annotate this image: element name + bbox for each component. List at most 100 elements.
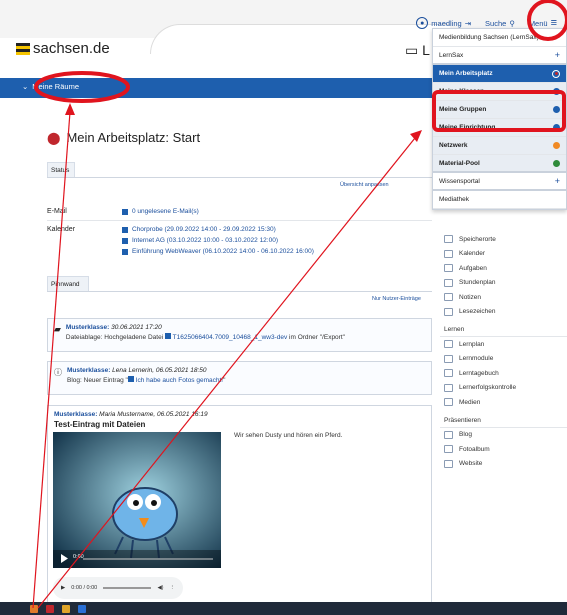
tab-pinboard[interactable]: Pinnwand xyxy=(47,276,89,292)
arrow-icon xyxy=(164,333,171,339)
flag-icon xyxy=(16,42,30,55)
menu-item-workplace[interactable]: Mein Arbeitsplatz xyxy=(433,65,566,83)
active-marker-icon xyxy=(552,69,560,78)
video-caption: Wir sehen Dusty und hören ein Pferd. xyxy=(234,432,343,439)
my-rooms-toggle[interactable]: ⌄ Meine Räume xyxy=(22,82,79,91)
search-label: Suche xyxy=(485,18,507,28)
play-icon[interactable]: ▶ xyxy=(61,585,65,591)
audio-player[interactable]: ▶ 0:00 / 0:00 ◀) ⋮ xyxy=(53,577,183,599)
menu-item-label: Meine Klassen xyxy=(439,88,485,95)
audio-progress[interactable] xyxy=(103,587,152,589)
email-label: E-Mail xyxy=(47,208,67,215)
sidebar-item-label: Aufgaben xyxy=(459,264,487,272)
user-name: maedling xyxy=(431,18,462,28)
location-pin-icon: ⬤ xyxy=(47,130,61,145)
menu-item-label: Netzwerk xyxy=(439,142,468,149)
menu-item-knowledge[interactable]: Wissensportal + xyxy=(433,173,566,191)
assessment-icon xyxy=(444,383,453,392)
calendar-item-text: Einführung WebWeaver (06.10.2022 14:00 -… xyxy=(132,248,314,255)
notes-icon xyxy=(444,293,453,302)
main-menu-dropdown: Medienbildung Sachsen (LernSax) LernSax +… xyxy=(432,28,567,210)
email-value[interactable]: 0 ungelesene E-Mail(s) xyxy=(122,208,199,215)
sidebar-item-assessment[interactable]: Lernerfolgskontrolle xyxy=(440,381,567,396)
calendar-item[interactable]: Einführung WebWeaver (06.10.2022 14:00 -… xyxy=(122,248,314,255)
post-author[interactable]: Lena Lernerin xyxy=(112,367,152,374)
post-author[interactable]: Maria Mustername xyxy=(99,411,153,418)
calendar-item-text: Internet AG (03.10.2022 10:00 - 03.10.20… xyxy=(132,237,278,244)
post-source[interactable]: Musterklasse: xyxy=(66,324,109,331)
overview-link[interactable]: Übersicht anpassen xyxy=(340,182,389,188)
sidebar-item-label: Medien xyxy=(459,398,481,406)
sidebar-item-photoalbum[interactable]: Fotoalbum xyxy=(440,442,567,457)
menu-item-lernsax[interactable]: LernSax + xyxy=(433,47,566,65)
plus-icon[interactable]: + xyxy=(555,50,560,60)
video-frame xyxy=(53,432,221,568)
user-entries-link[interactable]: Nur Nutzer-Einträge xyxy=(372,296,421,302)
menu-item-label: Medienbildung Sachsen (LernSax) xyxy=(439,34,539,41)
sidebar-item-label: Lernplan xyxy=(459,340,485,348)
sidebar-item-website[interactable]: Website xyxy=(440,457,567,472)
sidebar-item-blog[interactable]: Blog xyxy=(440,428,567,443)
post-source[interactable]: Musterklasse: xyxy=(54,411,97,418)
post-link[interactable]: T1625066404.7009_10468_1_ww3-dev xyxy=(173,334,288,341)
sidebar-section-present: Präsentieren xyxy=(440,414,567,428)
menu-item-label: Mediathek xyxy=(439,196,469,203)
globe-icon xyxy=(444,459,453,468)
folder-icon: ▰ xyxy=(54,324,61,334)
arrow-icon xyxy=(122,237,128,244)
post-body-suffix: " xyxy=(223,377,226,384)
post-source[interactable]: Musterklasse: xyxy=(67,367,110,374)
sidebar-item-calendar[interactable]: Kalender xyxy=(440,247,567,262)
checkbox-icon xyxy=(444,264,453,273)
sidebar-item-media[interactable]: Medien xyxy=(440,395,567,410)
tab-status[interactable]: Status xyxy=(47,162,75,178)
green-dot-icon xyxy=(553,159,560,167)
menu-label: Menü xyxy=(528,18,548,28)
pinboard-post: ▰ Musterklasse: 30.06.2021 17:20 Dateiab… xyxy=(47,318,432,352)
menu-item-material-pool[interactable]: Material-Pool xyxy=(433,155,566,173)
sidebar-item-bookmarks[interactable]: Lesezeichen xyxy=(440,305,567,320)
user-icon: ● xyxy=(416,17,429,29)
menu-item-label: Meine Einrichtung xyxy=(439,124,496,131)
menu-item-groups[interactable]: Meine Gruppen xyxy=(433,101,566,119)
taskbar-app-icon[interactable] xyxy=(30,604,38,613)
sidebar-item-notes[interactable]: Notizen xyxy=(440,290,567,305)
sidebar-item-tasks[interactable]: Aufgaben xyxy=(440,261,567,276)
post-link[interactable]: Ich habe auch Fotos gemacht! xyxy=(136,377,223,384)
menu-item-network[interactable]: Netzwerk xyxy=(433,137,566,155)
menu-item-institution[interactable]: Meine Einrichtung xyxy=(433,119,566,137)
taskbar-app-icon[interactable] xyxy=(78,604,86,613)
search-link[interactable]: Suche ⚲ xyxy=(485,19,515,28)
sidebar-item-learning-plan[interactable]: Lernplan xyxy=(440,337,567,352)
module-icon xyxy=(444,354,453,363)
sidebar-item-label: Speicherorte xyxy=(459,235,496,243)
video-player[interactable]: 0:00 xyxy=(53,432,221,568)
calendar-item-text: Chorprobe (29.09.2022 14:00 - 29.09.2022… xyxy=(132,226,276,233)
sachsen-logo[interactable]: sachsen.de xyxy=(16,40,110,57)
menu-item-mediathek[interactable]: Mediathek xyxy=(433,191,566,209)
sidebar-item-storage[interactable]: Speicherorte xyxy=(440,232,567,247)
more-icon[interactable]: ⋮ xyxy=(170,585,176,591)
taskbar-app-icon[interactable] xyxy=(62,604,70,613)
menu-item-classes[interactable]: Meine Klassen xyxy=(433,83,566,101)
sidebar-item-timetable[interactable]: Stundenplan xyxy=(440,276,567,291)
laptop-icon[interactable]: ▭ L xyxy=(405,42,430,59)
email-value-text: 0 ungelesene E-Mail(s) xyxy=(132,208,199,215)
logout-icon[interactable]: ⇥ xyxy=(465,19,471,28)
taskbar-app-icon[interactable] xyxy=(46,604,54,613)
plan-icon xyxy=(444,340,453,349)
calendar-item[interactable]: Internet AG (03.10.2022 10:00 - 03.10.20… xyxy=(122,237,278,244)
sidebar-item-modules[interactable]: Lernmodule xyxy=(440,352,567,367)
sidebar-item-label: Kalender xyxy=(459,250,486,258)
calendar-label: Kalender xyxy=(47,226,76,233)
sidebar-item-label: Lesezeichen xyxy=(459,308,496,316)
blue-dot-icon xyxy=(553,124,560,131)
sidebar-item-diary[interactable]: Lerntagebuch xyxy=(440,366,567,381)
menu-item-label: Mein Arbeitsplatz xyxy=(439,70,493,77)
volume-icon[interactable]: ◀) xyxy=(157,585,163,591)
calendar-item[interactable]: Chorprobe (29.09.2022 14:00 - 29.09.2022… xyxy=(122,226,276,233)
pinboard-post: ⓘ Musterklasse: Lena Lernerin, 06.05.202… xyxy=(47,361,432,395)
menu-item-portal[interactable]: Medienbildung Sachsen (LernSax) xyxy=(433,29,566,47)
arrow-icon xyxy=(127,376,134,382)
plus-icon[interactable]: + xyxy=(555,176,560,186)
